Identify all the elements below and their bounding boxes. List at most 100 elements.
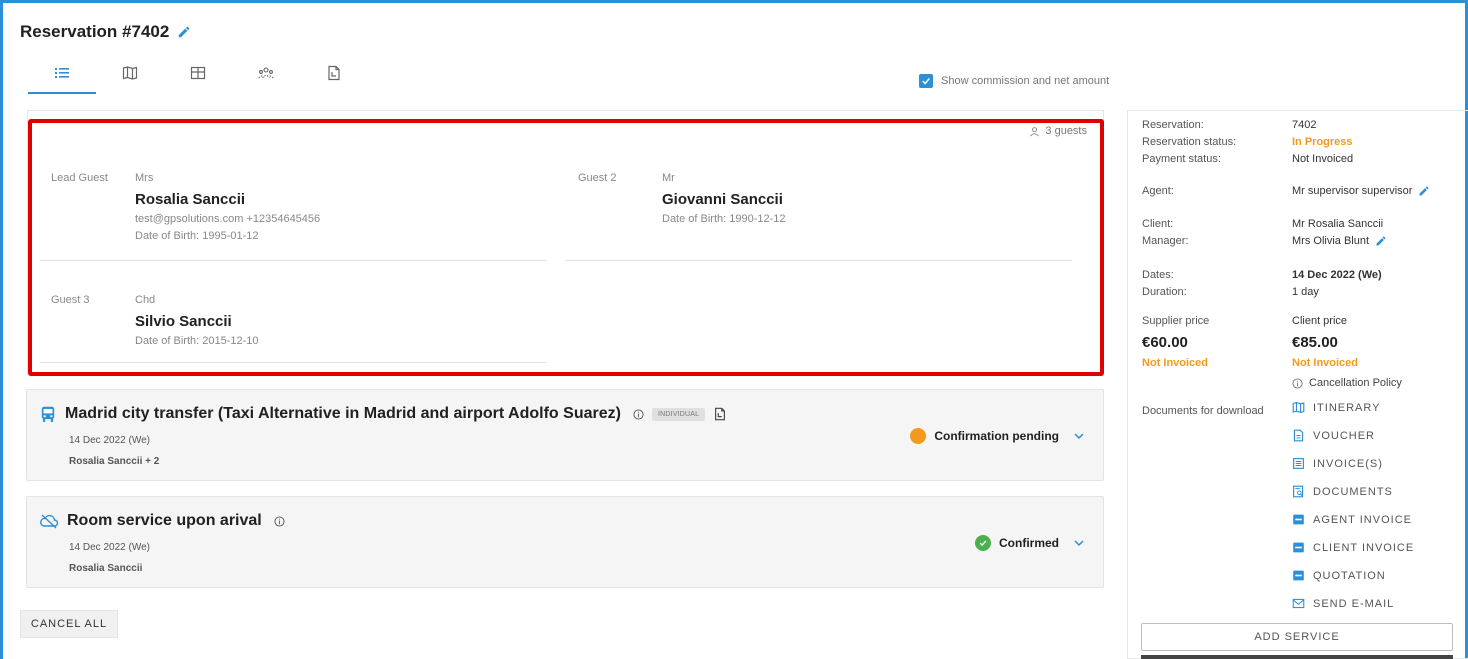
person-icon [1030, 126, 1040, 136]
commission-toggle[interactable]: Show commission and net amount [919, 74, 1109, 88]
status-label: Confirmed [999, 536, 1059, 550]
supplier-price-label: Supplier price [1142, 315, 1210, 327]
copy-icon[interactable] [713, 407, 727, 421]
map-icon [1292, 402, 1305, 413]
cloud-off-icon [40, 514, 59, 529]
pdf-icon [1293, 542, 1304, 553]
table-icon [190, 66, 206, 80]
manager-value: Mrs Olivia Blunt [1292, 235, 1370, 247]
document-search-icon [1293, 485, 1304, 498]
guest-dob: Date of Birth: 2015-12-10 [135, 335, 259, 347]
client-value: Mr Rosalia Sanccii [1292, 218, 1384, 230]
client-label: Client: [1142, 218, 1174, 230]
tab-list[interactable] [28, 62, 96, 94]
commission-label: Show commission and net amount [941, 75, 1110, 87]
doc-voucher[interactable]: VOUCHER [1292, 429, 1375, 442]
doc-agent-invoice[interactable]: AGENT INVOICE [1292, 513, 1412, 526]
doc-send-email[interactable]: SEND E-MAIL [1292, 597, 1394, 610]
payment-value: Not Invoiced [1292, 153, 1354, 165]
tab-map[interactable] [96, 62, 164, 94]
tab-documents[interactable] [300, 62, 368, 94]
doc-label: ITINERARY [1313, 401, 1381, 414]
agent-value: Mr supervisor supervisor [1292, 185, 1413, 197]
doc-label: QUOTATION [1313, 569, 1386, 582]
edit-pencil-icon[interactable] [1418, 185, 1430, 197]
supplier-invoice-status: Not Invoiced [1142, 357, 1209, 369]
manager-field: Mrs Olivia Blunt [1292, 235, 1387, 247]
checkbox-checked-icon[interactable] [919, 74, 933, 88]
add-service-button[interactable]: ADD SERVICE [1141, 623, 1453, 651]
service-status[interactable]: Confirmation pending [910, 428, 1085, 444]
doc-invoices[interactable]: INVOICE(S) [1292, 457, 1383, 470]
cancel-all-button[interactable]: CANCEL ALL [20, 610, 118, 638]
status-value: In Progress [1292, 136, 1353, 148]
page-title: Reservation #7402 [20, 22, 170, 41]
cancellation-policy-label: Cancellation Policy [1309, 377, 1402, 389]
chevron-down-icon[interactable] [1073, 430, 1085, 442]
guest-contact: test@gpsolutions.com +12354645456 [135, 213, 321, 225]
service-card-room-service[interactable]: Room service upon arival 14 Dec 2022 (We… [26, 496, 1104, 588]
doc-quotation[interactable]: QUOTATION [1292, 569, 1386, 582]
edit-pencil-icon[interactable] [1375, 235, 1387, 247]
guest-title: Mrs [135, 172, 154, 184]
tab-guests[interactable] [232, 62, 300, 94]
agent-label: Agent: [1142, 185, 1174, 197]
status-confirmed-icon [975, 535, 991, 551]
map-icon [122, 66, 138, 80]
guests-card: 3 guests Lead Guest Mrs Rosalia Sanccii … [27, 110, 1104, 376]
guest-name: Silvio Sanccii [135, 313, 232, 330]
panel-bottom-edge [1141, 655, 1453, 659]
guest-title: Mr [662, 172, 675, 184]
edit-pencil-icon[interactable] [177, 25, 191, 39]
dates-label: Dates: [1142, 269, 1174, 281]
client-price-value: €85.00 [1292, 334, 1338, 351]
tab-table[interactable] [164, 62, 232, 94]
service-status[interactable]: Confirmed [975, 535, 1085, 551]
manager-label: Manager: [1142, 235, 1189, 247]
doc-documents[interactable]: DOCUMENTS [1292, 485, 1393, 498]
guest-name: Rosalia Sanccii [135, 191, 246, 208]
page-header: Reservation #7402 [20, 22, 191, 42]
document-icon [1293, 429, 1304, 442]
documents-label: Documents for download [1142, 405, 1264, 417]
doc-label: INVOICE(S) [1313, 457, 1383, 470]
reservation-summary-panel: Reservation: 7402 Reservation status: In… [1127, 110, 1468, 659]
doc-label: VOUCHER [1313, 429, 1376, 442]
chevron-down-icon[interactable] [1073, 537, 1085, 549]
guest-2: Guest 2 Mr Giovanni Sanccii Date of Birt… [578, 172, 1078, 232]
guest-divider [40, 260, 547, 261]
duration-label: Duration: [1142, 286, 1187, 298]
doc-client-invoice[interactable]: CLIENT INVOICE [1292, 541, 1414, 554]
info-icon[interactable] [633, 408, 644, 420]
service-badge: INDIVIDUAL [651, 407, 706, 421]
service-guests: Rosalia Sanccii + 2 [69, 456, 160, 467]
list-icon [55, 68, 69, 78]
reservation-value: 7402 [1292, 119, 1317, 131]
client-invoice-status: Not Invoiced [1292, 357, 1359, 369]
guest-dob: Date of Birth: 1990-12-12 [662, 213, 786, 225]
status-label: Reservation status: [1142, 136, 1237, 148]
guest-divider [40, 362, 547, 363]
doc-label: SEND E-MAIL [1313, 597, 1395, 610]
service-name: Madrid city transfer (Taxi Alternative i… [65, 405, 621, 422]
info-icon [1292, 377, 1303, 389]
reservation-label: Reservation: [1142, 119, 1204, 131]
guest-divider [565, 260, 1072, 261]
duration-value: 1 day [1292, 286, 1319, 298]
guest-title: Chd [135, 294, 156, 306]
bus-icon [41, 406, 55, 422]
pdf-icon [1293, 570, 1304, 581]
supplier-price-value: €60.00 [1142, 334, 1188, 351]
guest-lead: Lead Guest Mrs Rosalia Sanccii test@gpso… [51, 172, 551, 262]
info-icon[interactable] [274, 515, 285, 527]
cancellation-policy-link[interactable]: Cancellation Policy [1292, 377, 1402, 389]
agent-field: Mr supervisor supervisor [1292, 185, 1430, 197]
payment-label: Payment status: [1142, 153, 1221, 165]
copy-icon [328, 65, 340, 81]
service-card-transfer[interactable]: Madrid city transfer (Taxi Alternative i… [26, 389, 1104, 481]
status-label: Confirmation pending [934, 429, 1059, 443]
view-tabs [28, 62, 368, 94]
service-guests: Rosalia Sanccii [69, 563, 143, 574]
doc-itinerary[interactable]: ITINERARY [1292, 401, 1380, 414]
doc-label: CLIENT INVOICE [1313, 541, 1415, 554]
